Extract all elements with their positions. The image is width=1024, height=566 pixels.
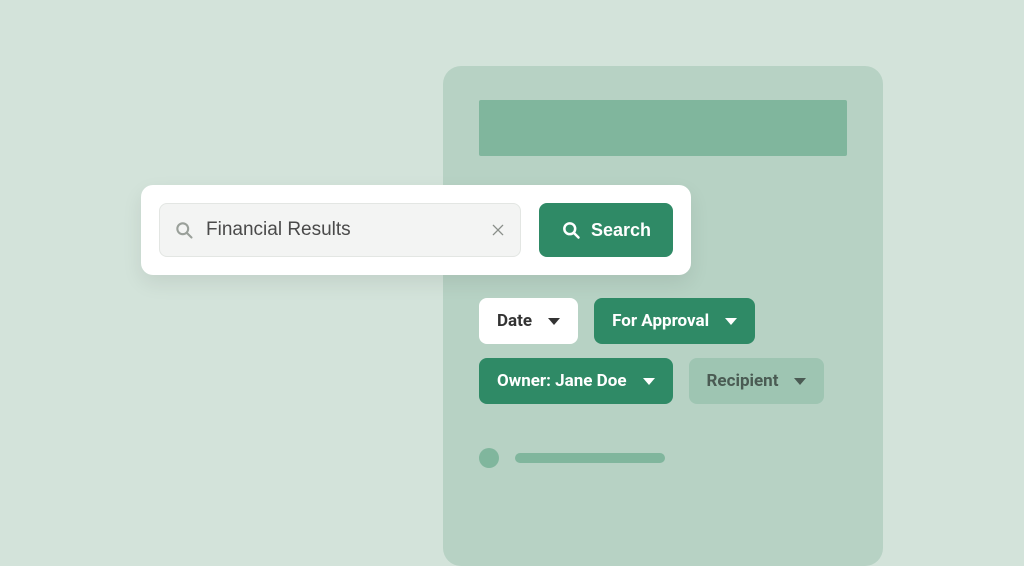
chevron-down-icon xyxy=(643,378,655,385)
search-button[interactable]: Search xyxy=(539,203,673,257)
search-input[interactable] xyxy=(206,219,478,241)
close-icon[interactable] xyxy=(490,222,506,238)
filter-date-label: Date xyxy=(497,311,532,331)
chevron-down-icon xyxy=(725,318,737,325)
filter-owner-label: Owner: Jane Doe xyxy=(497,371,627,391)
text-placeholder xyxy=(515,453,665,463)
results-card: Date For Approval Owner: Jane Doe Recipi… xyxy=(443,66,883,566)
filter-status[interactable]: For Approval xyxy=(594,298,755,344)
search-icon xyxy=(174,220,194,240)
filter-status-label: For Approval xyxy=(612,311,709,331)
filter-row: Date For Approval Owner: Jane Doe Recipi… xyxy=(479,298,847,404)
search-button-label: Search xyxy=(591,220,651,241)
filter-owner[interactable]: Owner: Jane Doe xyxy=(479,358,673,404)
filter-recipient[interactable]: Recipient xyxy=(689,358,825,404)
search-panel: Search xyxy=(141,185,691,275)
filter-recipient-label: Recipient xyxy=(707,371,779,391)
list-row-placeholder xyxy=(479,448,847,468)
search-icon xyxy=(561,220,581,240)
search-input-wrap[interactable] xyxy=(159,203,521,257)
chevron-down-icon xyxy=(548,318,560,325)
chevron-down-icon xyxy=(794,378,806,385)
filter-date[interactable]: Date xyxy=(479,298,578,344)
card-header-placeholder xyxy=(479,100,847,156)
avatar-placeholder xyxy=(479,448,499,468)
